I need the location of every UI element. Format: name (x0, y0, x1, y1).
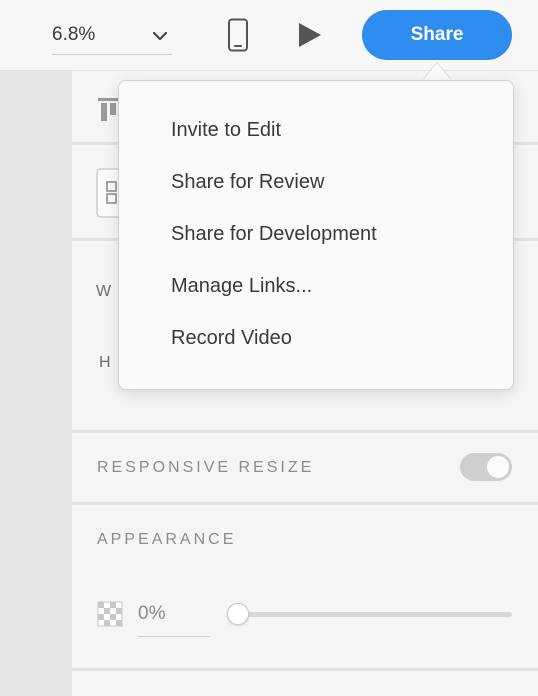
width-label: W (96, 283, 113, 300)
panel-divider (72, 502, 538, 505)
menu-item-invite-to-edit[interactable]: Invite to Edit (171, 119, 281, 142)
mobile-device-icon[interactable] (226, 18, 250, 52)
opacity-value: 0% (138, 603, 166, 624)
opacity-slider-track[interactable] (238, 612, 512, 617)
canvas-edge (0, 71, 72, 696)
menu-item-manage-links[interactable]: Manage Links... (171, 275, 312, 298)
responsive-resize-toggle[interactable] (460, 453, 512, 481)
play-icon[interactable] (295, 21, 323, 49)
zoom-value: 6.8% (52, 24, 96, 45)
menu-item-share-for-review[interactable]: Share for Review (171, 171, 324, 194)
zoom-dropdown[interactable]: 6.8% (52, 18, 172, 55)
opacity-input[interactable]: 0% (138, 598, 210, 637)
share-menu: Invite to Edit Share for Review Share fo… (118, 80, 514, 390)
appearance-label: APPEARANCE (97, 531, 237, 548)
responsive-resize-label: RESPONSIVE RESIZE (97, 459, 315, 476)
align-top-icon[interactable] (98, 96, 120, 124)
menu-item-record-video[interactable]: Record Video (171, 327, 292, 350)
toggle-knob (487, 456, 509, 478)
opacity-checker-icon (97, 601, 123, 627)
height-label: H (99, 354, 112, 371)
top-toolbar: 6.8% Share (0, 0, 538, 71)
share-button[interactable]: Share (362, 10, 512, 60)
chevron-down-icon[interactable] (150, 26, 170, 46)
menu-item-share-for-development[interactable]: Share for Development (171, 223, 377, 246)
popover-arrow (423, 63, 451, 80)
panel-divider (72, 430, 538, 433)
panel-divider (72, 668, 538, 671)
opacity-slider-thumb[interactable] (227, 603, 249, 625)
